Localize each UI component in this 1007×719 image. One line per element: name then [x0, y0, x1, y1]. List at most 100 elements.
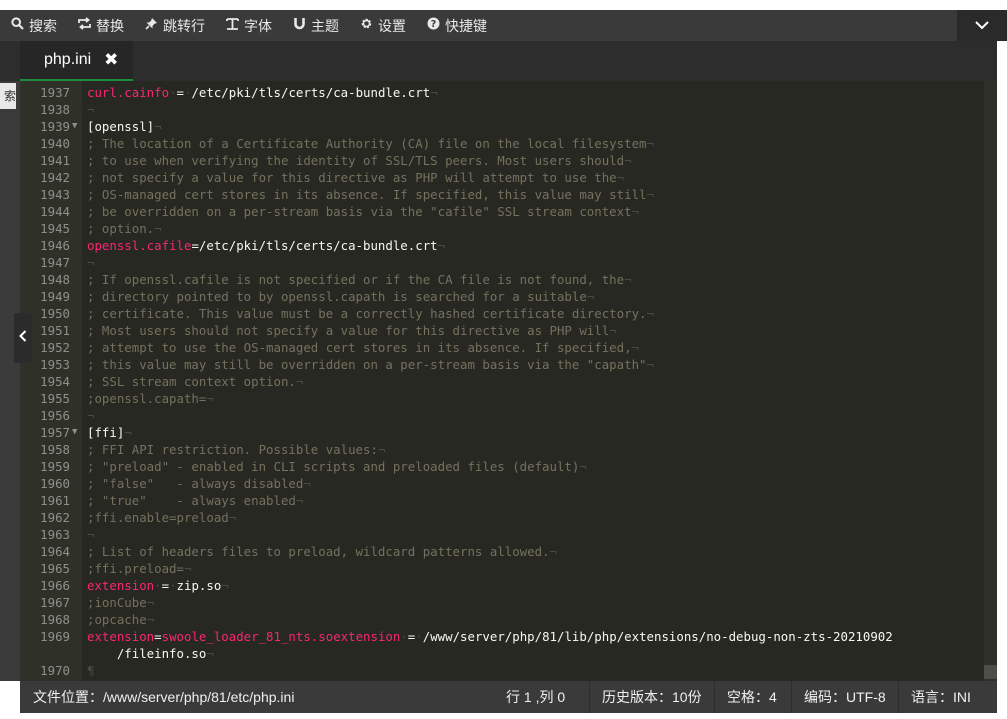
code-line[interactable]: 1969 extension=swoole_loader_81_nts.soext… — [20, 628, 997, 645]
code-line[interactable]: 1950; certificate. This value must be a … — [20, 305, 997, 322]
code-line[interactable]: 1946 openssl.cafile=/etc/pki/tls/certs/ca… — [20, 237, 997, 254]
code-editor[interactable]: 1937 curl.cainfo·=·/etc/pki/tls/certs/ca-… — [20, 81, 997, 681]
fold-arrow-icon[interactable]: ▼ — [72, 118, 77, 135]
svg-text:?: ? — [430, 19, 436, 30]
language-setting[interactable]: 语言：INI — [898, 681, 983, 713]
line-number: 1939 — [40, 119, 70, 134]
code-line[interactable]: 1941 ; to use when verifying the identity… — [20, 152, 997, 169]
file-location: 文件位置：/www/server/php/81/etc/php.ini — [33, 689, 295, 705]
code-line[interactable]: 1944 ; be overridden on a per-stream basi… — [20, 203, 997, 220]
collapse-toolbar-button[interactable] — [957, 10, 1007, 41]
code-line[interactable]: 1942 ; not specify a value for this direc… — [20, 169, 997, 186]
code-line[interactable]: 1966 extension·=·zip.so¬ — [20, 577, 997, 594]
code-line[interactable]: 1948 ; If openssl.cafile is not specified… — [20, 271, 997, 288]
shortcuts-button[interactable]: ? 快捷键 — [416, 10, 497, 41]
shortcuts-label: 快捷键 — [445, 17, 487, 34]
vertical-scrollbar[interactable] — [984, 81, 997, 681]
goto-line-button[interactable]: 跳转行 — [134, 10, 215, 41]
line-number: 1942 — [40, 170, 70, 185]
code-line[interactable]: 1961 ; "true" - always enabled¬ — [20, 492, 997, 509]
line-number: 1938 — [40, 102, 70, 117]
line-number: 1946 — [40, 238, 70, 253]
code-text: ; Most users should not specify a value … — [87, 323, 617, 338]
theme-label: 主题 — [311, 17, 339, 34]
line-number: 1940 — [40, 136, 70, 151]
code-text: ;ffi.enable=preload¬ — [87, 510, 237, 525]
theme-button[interactable]: 主题 — [282, 10, 349, 41]
code-text: ;opcache¬ — [87, 612, 155, 627]
code-line[interactable]: 1970 ¶ — [20, 662, 997, 679]
fold-arrow-icon[interactable]: ▼ — [72, 424, 77, 441]
code-lines: 1937 curl.cainfo·=·/etc/pki/tls/certs/ca-… — [20, 84, 997, 679]
code-line[interactable]: 1957 ▼ [ffi]¬ — [20, 424, 997, 441]
code-line[interactable]: /fileinfo.so¬ — [20, 645, 997, 662]
code-line[interactable]: 1939 ▼ [openssl]¬ — [20, 118, 997, 135]
line-number: 1958 — [40, 442, 70, 457]
line-number: 1959 — [40, 459, 70, 474]
status-bar: 文件位置：/www/server/php/81/etc/php.ini 行 1 … — [20, 681, 997, 713]
code-line[interactable]: 1940 ; The location of a Certificate Auth… — [20, 135, 997, 152]
code-text: [ffi]¬ — [87, 425, 132, 440]
code-text: ; be overridden on a per-stream basis vi… — [87, 204, 640, 219]
history-versions[interactable]: 历史版本：10份 — [589, 681, 714, 713]
code-line[interactable]: 1947 ¬ — [20, 254, 997, 271]
code-line[interactable]: 1956 ¬ — [20, 407, 997, 424]
goto-line-label: 跳转行 — [163, 17, 205, 34]
code-text: ;openssl.capath=¬ — [87, 391, 214, 406]
code-line[interactable]: 1963 ¬ — [20, 526, 997, 543]
code-text: ; attempt to use the OS-managed cert sto… — [87, 340, 640, 355]
scrollbar-thumb[interactable] — [984, 665, 997, 679]
code-line[interactable]: 1968 ;opcache¬ — [20, 611, 997, 628]
cursor-position[interactable]: 行 1 ,列 0 — [494, 681, 577, 713]
code-text: /fileinfo.so¬ — [87, 646, 214, 661]
code-line[interactable]: 1937 curl.cainfo·=·/etc/pki/tls/certs/ca-… — [20, 84, 997, 101]
code-line[interactable]: 1967 ;ionCube¬ — [20, 594, 997, 611]
code-line[interactable]: 1958 ; FFI API restriction. Possible valu… — [20, 441, 997, 458]
code-line[interactable]: 1959 ; "preload" - enabled in CLI scripts… — [20, 458, 997, 475]
line-number: 1970 — [40, 663, 70, 678]
code-line[interactable]: 1949 ; directory pointed to by openssl.ca… — [20, 288, 997, 305]
code-line[interactable]: 1938 ¬ — [20, 101, 997, 118]
replace-label: 替换 — [96, 17, 124, 34]
code-line[interactable]: 1962 ;ffi.enable=preload¬ — [20, 509, 997, 526]
line-number: 1945 — [40, 221, 70, 236]
code-text: extension·=·zip.so¬ — [87, 578, 229, 593]
code-line[interactable]: 1951; Most users should not specify a va… — [20, 322, 997, 339]
code-line[interactable]: 1945 ; option.¬ — [20, 220, 997, 237]
code-line[interactable]: 1943 ; OS-managed cert stores in its abse… — [20, 186, 997, 203]
code-text: ¶ — [87, 663, 95, 678]
theme-icon — [291, 17, 307, 34]
code-text: ; FFI API restriction. Possible values:¬ — [87, 442, 386, 457]
window-bottom-strip — [0, 713, 1007, 719]
gear-icon — [358, 17, 374, 34]
code-line[interactable]: 1952; attempt to use the OS-managed cert… — [20, 339, 997, 356]
line-number: 1955 — [40, 391, 70, 406]
close-icon[interactable]: ✖ — [104, 50, 118, 70]
code-text: ; "preload" - enabled in CLI scripts and… — [87, 459, 587, 474]
code-line[interactable]: 1964 ; List of headers files to preload, … — [20, 543, 997, 560]
encoding-setting[interactable]: 编码：UTF-8 — [791, 681, 898, 713]
line-number: 1948 — [40, 272, 70, 287]
search-button[interactable]: 搜索 — [0, 10, 67, 41]
settings-button[interactable]: 设置 — [349, 10, 416, 41]
window-right-edge — [997, 41, 1007, 681]
tab-php-ini[interactable]: php.ini ✖ — [20, 41, 133, 81]
replace-button[interactable]: 替换 — [67, 10, 134, 41]
code-text: ; SSL stream context option.¬ — [87, 374, 304, 389]
code-text: ; to use when verifying the identity of … — [87, 153, 632, 168]
code-line[interactable]: 1965 ;ffi.preload=¬ — [20, 560, 997, 577]
font-button[interactable]: 字体 — [215, 10, 282, 41]
code-text: ; option.¬ — [87, 221, 162, 236]
line-number: 1954 — [40, 374, 70, 389]
code-line[interactable]: 1960 ; "false" - always disabled¬ — [20, 475, 997, 492]
sidebar-search-tab[interactable]: 索 — [0, 83, 16, 109]
code-line[interactable]: 1953; this value may still be overridden… — [20, 356, 997, 373]
sidebar-toggle-button[interactable] — [14, 313, 32, 363]
search-label: 搜索 — [29, 17, 57, 34]
code-line[interactable]: 1955 ;openssl.capath=¬ — [20, 390, 997, 407]
replace-icon — [76, 17, 92, 34]
code-line[interactable]: 1954 ; SSL stream context option.¬ — [20, 373, 997, 390]
indent-setting[interactable]: 空格：4 — [714, 681, 789, 713]
code-text: ; The location of a Certificate Authorit… — [87, 136, 654, 151]
font-icon — [224, 17, 240, 34]
